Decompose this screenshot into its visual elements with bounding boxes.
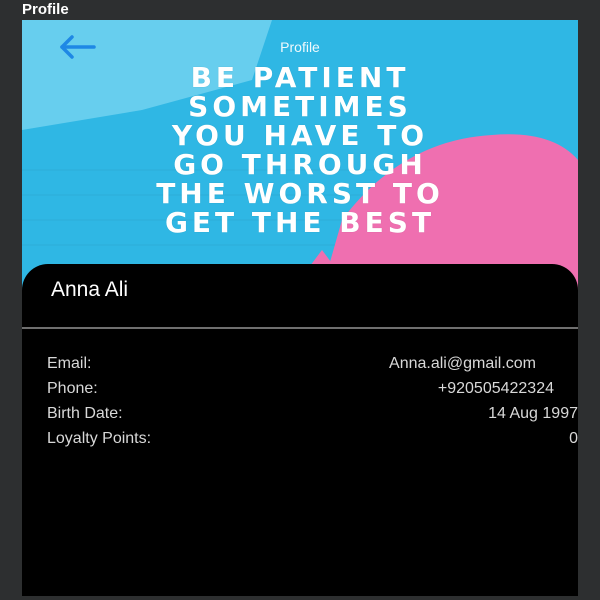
quote-line: GET THE BEST [164,206,436,239]
birth-date-row: Birth Date: 14 Aug 1997 [47,405,578,427]
loyalty-points-label: Loyalty Points: [47,430,152,447]
quote-line: THE WORST TO [156,177,444,210]
profile-banner-image: BE PATIENT SOMETIMES YOU HAVE TO GO THRO… [22,20,578,290]
quote-line: SOMETIMES [188,90,412,123]
phone-value: +920505422324 [437,380,554,397]
divider [22,327,578,329]
banner-quote: BE PATIENT SOMETIMES YOU HAVE TO GO THRO… [22,63,578,237]
page-title: Profile [280,39,320,55]
birth-date-label: Birth Date: [47,405,123,422]
profile-card: Anna Ali Email: Anna.ali@gmail.com Phone… [22,264,578,596]
app-window: Profile BE PATIENT SOMETIMES YOU HAVE TO… [0,0,600,600]
phone-row: Phone: +920505422324 [47,380,554,402]
window-title: Profile [22,1,69,18]
top-app-bar: Profile [22,20,578,72]
email-label: Email: [47,355,92,372]
quote-line: GO THROUGH [173,148,427,181]
quote-line: YOU HAVE TO [171,119,429,152]
birth-date-value: 14 Aug 1997 [488,405,578,422]
email-value: Anna.ali@gmail.com [389,355,536,372]
email-row: Email: Anna.ali@gmail.com [47,355,552,377]
phone-label: Phone: [47,380,98,397]
profile-name: Anna Ali [51,278,129,301]
phone-screen: BE PATIENT SOMETIMES YOU HAVE TO GO THRO… [22,20,578,596]
loyalty-points-value: 0 [569,430,578,447]
loyalty-points-row: Loyalty Points: 0 [47,430,578,452]
